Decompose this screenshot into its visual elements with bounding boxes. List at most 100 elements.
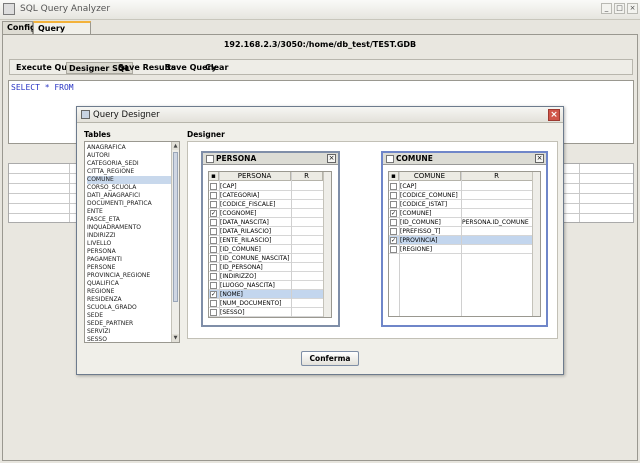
- column-checkbox[interactable]: [390, 192, 397, 199]
- table-row[interactable]: [ID_COMUNE_NASCITA]: [209, 254, 323, 263]
- column-relation[interactable]: [462, 245, 532, 254]
- column-relation[interactable]: [462, 227, 532, 236]
- column-checkbox[interactable]: [210, 300, 217, 307]
- column-relation[interactable]: [292, 290, 322, 299]
- column-checkbox[interactable]: [210, 237, 217, 244]
- table-row[interactable]: [SESSO]: [209, 308, 323, 317]
- column-checkbox[interactable]: [390, 201, 397, 208]
- column-checkbox[interactable]: [210, 192, 217, 199]
- table-list-item[interactable]: SCUOLA_GRADO: [87, 304, 171, 312]
- grid-header-r[interactable]: R: [461, 172, 533, 181]
- table-list-item[interactable]: PERSONE: [87, 264, 171, 272]
- table-row[interactable]: ✓ [COGNOME]: [209, 209, 323, 218]
- column-relation[interactable]: [292, 236, 322, 245]
- column-checkbox[interactable]: [210, 282, 217, 289]
- tables-list[interactable]: SESSO SERVIZI SEDE_PARTNER SEDE SCUOLA_GRADO…: [84, 141, 180, 343]
- table-list-item[interactable]: CITTA_REGIONE: [87, 168, 171, 176]
- column-relation[interactable]: [292, 281, 322, 290]
- column-checkbox[interactable]: [210, 255, 217, 262]
- persona-columns-grid[interactable]: ▪ PERSONA R [CAP] [CATEGORIA] [CODICE_FISCALE…: [208, 171, 332, 318]
- table-list-item[interactable]: SEDE: [87, 312, 171, 320]
- table-row[interactable]: [DATA_NASCITA]: [209, 218, 323, 227]
- table-list-item[interactable]: CORSO_SCUOLA: [87, 184, 171, 192]
- column-checkbox[interactable]: [210, 183, 217, 190]
- persona-close-icon[interactable]: ×: [327, 154, 336, 163]
- column-checkbox[interactable]: [210, 309, 217, 316]
- column-relation[interactable]: [462, 200, 532, 209]
- column-checkbox[interactable]: ✓: [210, 210, 217, 217]
- table-list-item[interactable]: PROVINCIA_REGIONE: [87, 272, 171, 280]
- column-checkbox[interactable]: ✓: [390, 237, 397, 244]
- column-relation[interactable]: [462, 191, 532, 200]
- column-checkbox[interactable]: ✓: [210, 291, 217, 298]
- grid-header-r[interactable]: R: [291, 172, 323, 181]
- close-icon[interactable]: ×: [627, 3, 638, 14]
- grid-scrollbar[interactable]: [323, 172, 331, 317]
- scroll-down-icon[interactable]: ▼: [172, 334, 179, 342]
- clear-button[interactable]: Clear: [203, 62, 230, 74]
- column-relation[interactable]: [292, 263, 322, 272]
- column-relation[interactable]: [292, 218, 322, 227]
- column-checkbox[interactable]: [390, 246, 397, 253]
- table-row[interactable]: [INDIRIZZO]: [209, 272, 323, 281]
- table-row[interactable]: [CAP]: [209, 182, 323, 191]
- column-checkbox[interactable]: [210, 264, 217, 271]
- table-list-item[interactable]: LIVELLO: [87, 240, 171, 248]
- table-list-item[interactable]: DATI_ANAGRAFICI: [87, 192, 171, 200]
- table-row[interactable]: [CATEGORIA]: [209, 191, 323, 200]
- column-checkbox[interactable]: [210, 228, 217, 235]
- table-list-item[interactable]: FASCE_ETA: [87, 216, 171, 224]
- table-list-item[interactable]: PERSONA: [87, 248, 171, 256]
- grid-header-name[interactable]: COMUNE: [399, 172, 461, 181]
- grid-scrollbar[interactable]: [532, 172, 540, 316]
- maximize-icon[interactable]: □: [614, 3, 625, 14]
- table-row[interactable]: [DATA_RILASCIO]: [209, 227, 323, 236]
- designer-canvas[interactable]: PERSONA × ▪ PERSONA R [CAP] [CATEGORIA] [CODI…: [187, 141, 558, 339]
- table-list-item[interactable]: AUTORI: [87, 152, 171, 160]
- dialog-close-icon[interactable]: ×: [548, 109, 560, 121]
- column-checkbox[interactable]: [390, 219, 397, 226]
- table-list-item[interactable]: INQUADRAMENTO: [87, 224, 171, 232]
- table-list-item[interactable]: SESSO: [87, 336, 171, 342]
- comune-columns-grid[interactable]: ▪ COMUNE R [CAP] [CODICE_COMUNE] [CODICE_ISTA…: [388, 171, 541, 317]
- minimize-icon[interactable]: _: [601, 3, 612, 14]
- table-list-item[interactable]: ANAGRAFICA: [87, 144, 171, 152]
- column-relation[interactable]: [292, 254, 322, 263]
- column-relation[interactable]: [292, 191, 322, 200]
- table-row[interactable]: [ENTE_RILASCIO]: [209, 236, 323, 245]
- persona-table-box[interactable]: PERSONA × ▪ PERSONA R [CAP] [CATEGORIA] [CODI…: [201, 151, 340, 327]
- table-list-item[interactable]: CATEGORIA_SEDI: [87, 160, 171, 168]
- table-row[interactable]: [NUM_DOCUMENTO]: [209, 299, 323, 308]
- column-relation[interactable]: [462, 236, 532, 245]
- column-relation[interactable]: [292, 272, 322, 281]
- column-relation[interactable]: [292, 299, 322, 308]
- column-relation[interactable]: [292, 209, 322, 218]
- scroll-up-icon[interactable]: ▲: [172, 142, 179, 150]
- column-checkbox[interactable]: [390, 228, 397, 235]
- scroll-thumb[interactable]: [173, 152, 178, 302]
- column-checkbox[interactable]: [210, 201, 217, 208]
- column-relation[interactable]: [292, 308, 322, 317]
- column-relation[interactable]: [292, 200, 322, 209]
- grid-header-name[interactable]: PERSONA: [219, 172, 291, 181]
- tab-query-analyzer[interactable]: Query Analyzer: [33, 21, 91, 45]
- table-list-item[interactable]: QUALIFICA: [87, 280, 171, 288]
- column-relation[interactable]: [292, 245, 322, 254]
- column-relation[interactable]: [292, 227, 322, 236]
- conferma-button[interactable]: Conferma: [301, 351, 359, 366]
- column-checkbox[interactable]: ✓: [390, 210, 397, 217]
- column-relation[interactable]: PERSONA.ID_COMUNE: [462, 218, 532, 227]
- table-row[interactable]: [ID_COMUNE]: [209, 245, 323, 254]
- table-list-item[interactable]: RESIDENZA: [87, 296, 171, 304]
- table-list-item[interactable]: ENTE: [87, 208, 171, 216]
- table-list-item[interactable]: COMUNE: [87, 176, 171, 184]
- table-list-item[interactable]: REGIONE: [87, 288, 171, 296]
- tab-config[interactable]: Config: [2, 21, 36, 35]
- column-checkbox[interactable]: [210, 246, 217, 253]
- column-checkbox[interactable]: [210, 219, 217, 226]
- table-row[interactable]: ✓ [NOME]: [209, 290, 323, 299]
- column-relation[interactable]: [292, 182, 322, 191]
- table-row[interactable]: [CODICE_FISCALE]: [209, 200, 323, 209]
- column-relation[interactable]: [462, 209, 532, 218]
- table-list-item[interactable]: SERVIZI: [87, 328, 171, 336]
